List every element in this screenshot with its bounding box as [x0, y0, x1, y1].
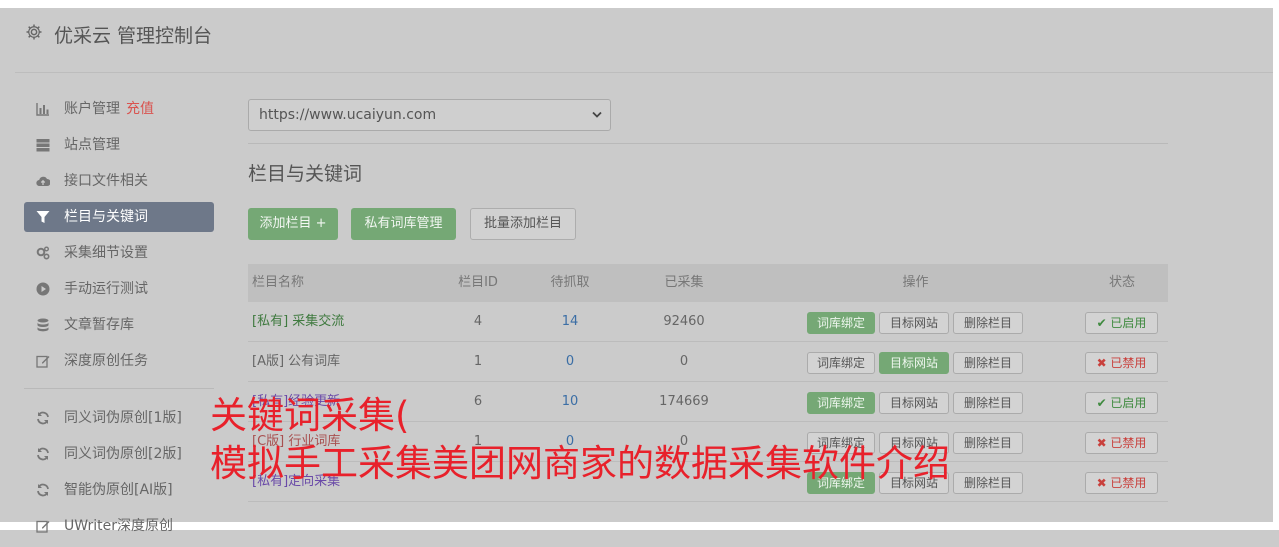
sidebar-item-label: UWriter深度原创 — [64, 518, 173, 534]
sidebar-divider — [24, 388, 214, 389]
sidebar-item-label: 接口文件相关 — [64, 173, 148, 189]
sidebar-item-account[interactable]: 账户管理 充值 — [24, 94, 214, 124]
pending-count[interactable]: 14 — [544, 302, 596, 341]
col-header-status: 状态 — [1108, 275, 1135, 290]
delete-column-button[interactable]: 删除栏目 — [953, 472, 1023, 494]
delete-column-button[interactable]: 删除栏目 — [953, 432, 1023, 454]
col-header-name: 栏目名称 — [252, 275, 305, 290]
target-site-button[interactable]: 目标网站 — [879, 312, 949, 334]
window-right-edge — [1273, 0, 1279, 530]
target-site-button[interactable]: 目标网站 — [879, 352, 949, 374]
sidebar-item-article-storage[interactable]: 文章暂存库 — [24, 310, 214, 340]
collected-count: 0 — [679, 354, 689, 369]
sidebar-item-label: 同义词伪原创[2版] — [64, 446, 182, 462]
chevron-down-icon — [592, 111, 602, 118]
status-toggle-enabled[interactable]: ✔ 已启用 — [1085, 392, 1158, 414]
page-title: 栏目与关键词 — [248, 163, 363, 185]
sidebar-item-columns-keywords[interactable]: 栏目与关键词 — [24, 202, 214, 232]
column-name-link[interactable]: [A版] 公有词库 — [252, 342, 340, 381]
table-row: [A版] 公有词库 1 0 0 词库绑定 目标网站 删除栏目 ✖ 已禁用 — [248, 342, 1168, 382]
edit-icon — [36, 355, 50, 368]
sidebar-item-collect-settings[interactable]: 采集细节设置 — [24, 238, 214, 268]
sidebar-item-label: 账户管理 — [64, 101, 120, 117]
divider — [248, 143, 1168, 144]
bar-chart-icon — [36, 103, 49, 116]
filter-icon — [36, 211, 50, 223]
column-id: 1 — [473, 354, 483, 369]
sidebar-item-manual-test[interactable]: 手动运行测试 — [24, 274, 214, 304]
private-lexicon-button[interactable]: 私有词库管理 — [351, 208, 456, 240]
delete-column-button[interactable]: 删除栏目 — [953, 392, 1023, 414]
status-toggle-disabled[interactable]: ✖ 已禁用 — [1085, 432, 1158, 454]
cogs-icon — [36, 246, 50, 260]
col-header-pending: 待抓取 — [550, 275, 590, 290]
sidebar-item-sites[interactable]: 站点管理 — [24, 130, 214, 160]
refresh-icon — [37, 411, 49, 425]
caption-line-1: 关键词采集( — [210, 394, 410, 437]
collected-count: 92460 — [663, 314, 705, 329]
refresh-icon — [37, 447, 49, 461]
status-toggle-disabled[interactable]: ✖ 已禁用 — [1085, 472, 1158, 494]
sidebar-item-label: 深度原创任务 — [64, 353, 148, 369]
sidebar-item-label: 智能伪原创[AI版] — [64, 482, 173, 498]
app-title: 优采云 管理控制台 — [54, 25, 213, 47]
sidebar-item-interface-files[interactable]: 接口文件相关 — [24, 166, 214, 196]
status-toggle-enabled[interactable]: ✔ 已启用 — [1085, 312, 1158, 334]
database-icon — [37, 318, 49, 332]
table-header: 栏目名称 栏目ID 待抓取 已采集 操作 状态 — [248, 264, 1168, 302]
sidebar-item-synonym-v1[interactable]: 同义词伪原创[1版] — [24, 403, 214, 433]
sidebar-item-label: 站点管理 — [64, 137, 120, 153]
edit-icon — [36, 520, 50, 533]
table-row: [私有] 采集交流 4 14 92460 词库绑定 目标网站 删除栏目 ✔ 已启… — [248, 302, 1168, 342]
server-icon — [36, 139, 50, 152]
sidebar-item-ai-rewrite[interactable]: 智能伪原创[AI版] — [24, 475, 214, 505]
sidebar-item-label: 手动运行测试 — [64, 281, 148, 297]
sidebar-item-label: 同义词伪原创[1版] — [64, 410, 182, 426]
sidebar-item-label: 采集细节设置 — [64, 245, 148, 261]
add-column-button[interactable]: 添加栏目 + — [248, 208, 338, 240]
recharge-link[interactable]: 充值 — [126, 101, 154, 117]
sidebar-item-label: 文章暂存库 — [64, 317, 134, 333]
status-toggle-disabled[interactable]: ✖ 已禁用 — [1085, 352, 1158, 374]
column-name-link[interactable]: [私有] 采集交流 — [252, 302, 344, 341]
site-select[interactable]: https://www.ucaiyun.com — [248, 99, 611, 131]
sidebar-item-synonym-v2[interactable]: 同义词伪原创[2版] — [24, 439, 214, 469]
batch-add-column-button[interactable]: 批量添加栏目 — [470, 208, 576, 240]
sidebar-item-deep-original[interactable]: 深度原创任务 — [24, 346, 214, 376]
top-header: 优采云 管理控制台 — [15, 8, 1273, 73]
caption-line-2: 模拟手工采集美团网商家的数据采集软件介绍 — [210, 442, 950, 485]
play-circle-icon — [36, 282, 50, 296]
delete-column-button[interactable]: 删除栏目 — [953, 312, 1023, 334]
col-header-id: 栏目ID — [458, 275, 498, 290]
caption-overlay: 关键词采集( 模拟手工采集美团网商家的数据采集软件介绍 — [210, 392, 950, 488]
col-header-collected: 已采集 — [664, 275, 704, 290]
sidebar: 账户管理 充值 站点管理 接口文件相关 栏目与关键词 采集细节设置 手动运行测试 … — [24, 94, 214, 547]
sidebar-item-uwriter[interactable]: UWriter深度原创 — [24, 511, 214, 541]
bind-lexicon-button[interactable]: 词库绑定 — [807, 352, 875, 374]
sidebar-item-label: 栏目与关键词 — [64, 209, 148, 225]
gear-icon[interactable] — [25, 23, 43, 41]
pending-count[interactable]: 0 — [544, 342, 596, 381]
col-header-ops: 操作 — [902, 275, 929, 290]
site-select-value: https://www.ucaiyun.com — [259, 107, 437, 123]
column-id: 4 — [473, 314, 483, 329]
delete-column-button[interactable]: 删除栏目 — [953, 352, 1023, 374]
cloud-upload-icon — [36, 176, 50, 187]
refresh-icon — [37, 483, 49, 497]
bind-lexicon-button[interactable]: 词库绑定 — [807, 312, 875, 334]
window-top-edge — [0, 0, 1279, 8]
